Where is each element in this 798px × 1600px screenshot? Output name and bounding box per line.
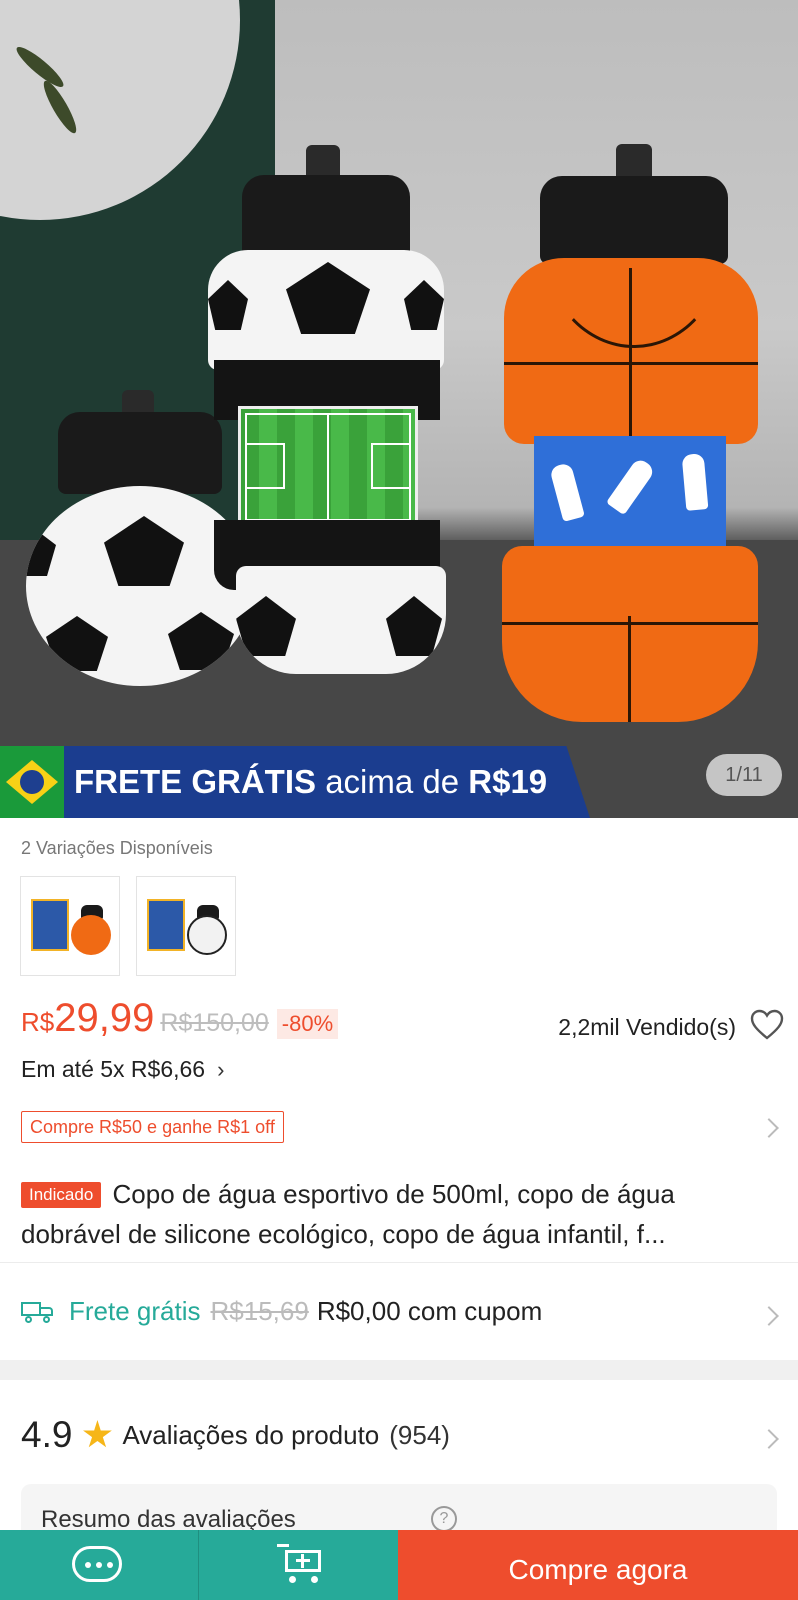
brazil-flag-icon — [0, 746, 64, 818]
shipping-old-price: R$15,69 — [210, 1296, 309, 1326]
free-shipping-label: Frete grátis — [69, 1296, 201, 1326]
variation-thumb-football[interactable] — [136, 876, 236, 976]
chat-button[interactable] — [0, 1530, 199, 1600]
star-icon — [83, 1420, 112, 1448]
chevron-right-icon: › — [217, 1056, 225, 1082]
original-price: R$150,00 — [160, 1009, 269, 1037]
chat-icon — [72, 1546, 122, 1582]
reviews-header[interactable]: 4.9 Avaliações do produto (954) — [21, 1414, 450, 1456]
shipping-new-price: R$0,00 com cupom — [316, 1296, 543, 1326]
free-shipping-banner: FRETE GRÁTIS acima de R$19 — [0, 746, 590, 818]
product-title: Indicado Copo de água esportivo de 500ml… — [21, 1174, 781, 1254]
divider — [0, 1262, 798, 1263]
reviews-label: Avaliações do produto — [122, 1419, 380, 1450]
sold-count: 2,2mil Vendido(s) — [558, 1014, 736, 1040]
banner-text: FRETE GRÁTIS acima de R$19 — [74, 763, 548, 800]
product-image-gallery[interactable]: FRETE GRÁTIS acima de R$19 1/11 — [0, 0, 798, 818]
discount-badge: -80% — [276, 1009, 339, 1039]
price-currency: R$ — [21, 1007, 55, 1037]
section-divider — [0, 1360, 798, 1380]
variation-thumb-basketball[interactable] — [20, 876, 120, 976]
coupon-chip[interactable]: Compre R$50 e ganhe R$1 off — [21, 1111, 284, 1143]
help-icon[interactable]: ? — [431, 1506, 457, 1532]
recommended-tag: Indicado — [21, 1182, 102, 1208]
chevron-right-icon[interactable] — [759, 1306, 779, 1326]
installments-link[interactable]: Em até 5x R$6,66 › — [21, 1056, 224, 1083]
add-to-cart-button[interactable] — [199, 1530, 398, 1600]
product-title-text: Copo de água esportivo de 500ml, copo de… — [21, 1179, 675, 1249]
chevron-right-icon[interactable] — [759, 1118, 779, 1138]
cart-plus-icon — [277, 1544, 325, 1584]
price-row: R$ 29,99 R$150,00 -80% — [21, 996, 339, 1046]
heart-icon[interactable] — [750, 1009, 784, 1041]
chevron-right-icon[interactable] — [759, 1429, 779, 1449]
buy-now-button[interactable]: Compre agora — [398, 1530, 798, 1600]
current-price: 29,99 — [54, 996, 155, 1040]
image-counter: 1/11 — [706, 754, 782, 796]
installments-text: Em até 5x R$6,66 — [21, 1056, 206, 1082]
variations-label: 2 Variações Disponíveis — [21, 838, 213, 858]
rating-score: 4.9 — [21, 1414, 73, 1455]
truck-icon — [21, 1300, 55, 1324]
reviews-count: (954) — [389, 1419, 450, 1450]
shipping-row[interactable]: Frete grátis R$15,69 R$0,00 com cupom — [21, 1296, 542, 1327]
bottom-action-bar: Compre agora — [0, 1530, 798, 1600]
